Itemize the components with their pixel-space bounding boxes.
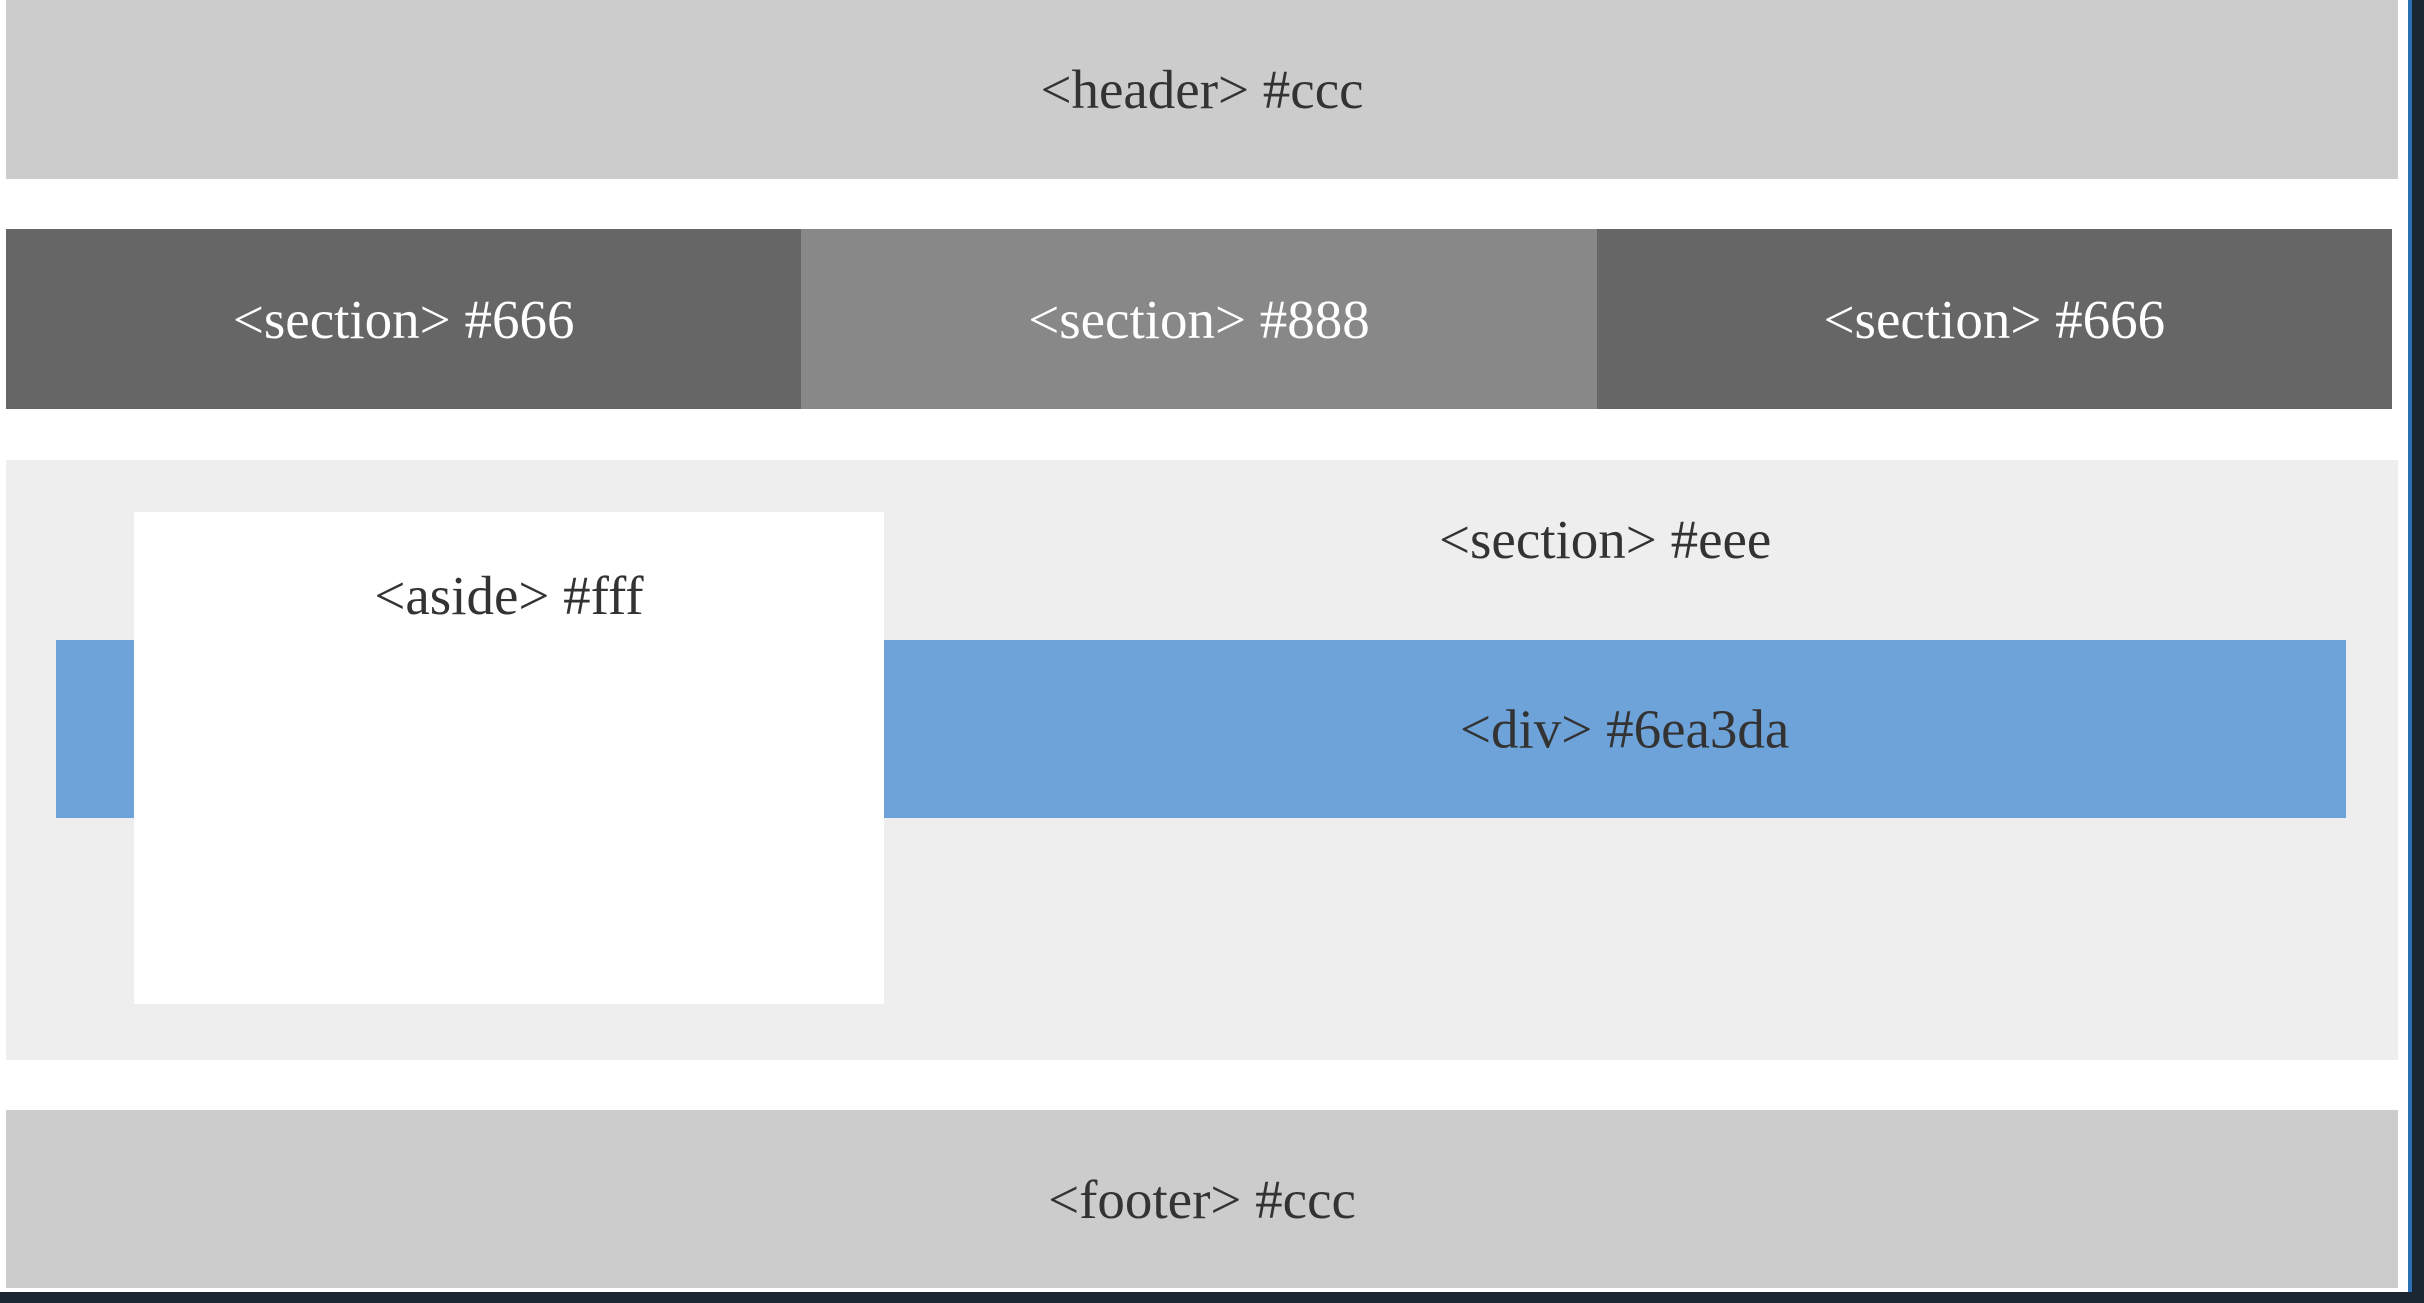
section-block-middle: <section> #888 (801, 229, 1597, 409)
main-section-label: <section> #eee (1439, 509, 1772, 570)
section-block-left: <section> #666 (6, 229, 802, 409)
div-bar-label: <div> #6ea3da (1460, 698, 1790, 760)
footer-label: <footer> #ccc (1048, 1168, 1356, 1230)
section-label-left: <section> #666 (232, 288, 575, 350)
header-block: <header> #ccc (6, 0, 2398, 179)
header-label: <header> #ccc (1040, 59, 1364, 120)
sections-row: <section> #666 <section> #888 <section> … (6, 229, 2392, 409)
section-label-right: <section> #666 (1823, 288, 2166, 350)
section-block-right: <section> #666 (1596, 229, 2392, 409)
main-section-block: <section> #eee <div> #6ea3da <aside> #ff… (6, 460, 2398, 1060)
footer-block: <footer> #ccc (6, 1110, 2398, 1288)
aside-block: <aside> #fff (134, 512, 884, 1004)
aside-label: <aside> #fff (374, 565, 644, 626)
section-label-middle: <section> #888 (1028, 288, 1370, 350)
layout-diagram: <header> #ccc <section> #666 <section> #… (0, 0, 2412, 1292)
